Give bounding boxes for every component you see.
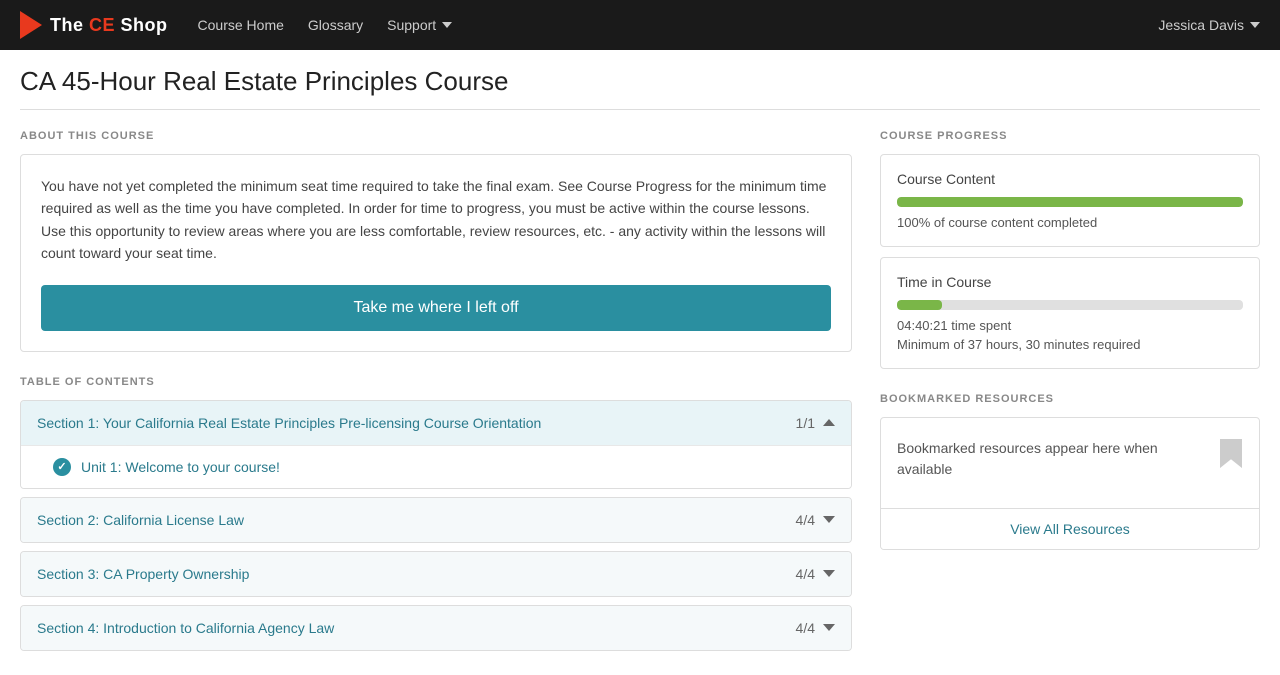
user-menu[interactable]: Jessica Davis (1158, 17, 1260, 33)
logo-triangle (20, 11, 42, 39)
support-chevron-icon (442, 22, 452, 28)
user-menu-chevron-icon (1250, 22, 1260, 28)
about-box: You have not yet completed the minimum s… (20, 154, 852, 352)
bookmarks-inner: Bookmarked resources appear here when av… (881, 418, 1259, 508)
toc-section-2-header[interactable]: Section 2: California License Law 4/4 (21, 498, 851, 542)
view-all-resources-button[interactable]: View All Resources (881, 508, 1259, 549)
user-name: Jessica Davis (1158, 17, 1244, 33)
toc-section-3-title: Section 3: CA Property Ownership (37, 566, 249, 582)
toc-section-3: Section 3: CA Property Ownership 4/4 (20, 551, 852, 597)
about-section-label: ABOUT THIS COURSE (20, 130, 852, 142)
toc-unit-1-1-title: Unit 1: Welcome to your course! (81, 459, 280, 475)
course-content-title: Course Content (897, 171, 1243, 187)
toc-section-1-meta: 1/1 (796, 415, 835, 431)
toc-section-1-progress: 1/1 (796, 415, 815, 431)
logo[interactable]: The CE Shop (20, 11, 168, 39)
logo-text: The CE Shop (50, 15, 168, 36)
course-content-bar-track (897, 197, 1243, 207)
toc-section-4-header[interactable]: Section 4: Introduction to California Ag… (21, 606, 851, 650)
toc-section-4-chevron-icon (823, 624, 835, 631)
bookmarks-section-label: BOOKMARKED RESOURCES (880, 393, 1260, 405)
bookmarks-card: Bookmarked resources appear here when av… (880, 417, 1260, 550)
nav-course-home[interactable]: Course Home (198, 17, 284, 33)
toc-section-label: TABLE OF CONTENTS (20, 376, 852, 388)
page-content: CA 45-Hour Real Estate Principles Course… (0, 50, 1280, 675)
bookmark-icon (1219, 438, 1243, 468)
resume-button[interactable]: Take me where I left off (41, 285, 831, 331)
navbar: The CE Shop Course Home Glossary Support… (0, 0, 1280, 50)
toc-section-2-meta: 4/4 (796, 512, 835, 528)
toc-section-3-meta: 4/4 (796, 566, 835, 582)
time-in-course-card: Time in Course 04:40:21 time spent Minim… (880, 257, 1260, 369)
page-title: CA 45-Hour Real Estate Principles Course (20, 66, 1260, 97)
bookmarks-section: BOOKMARKED RESOURCES Bookmarked resource… (880, 393, 1260, 550)
toc-section-3-progress: 4/4 (796, 566, 815, 582)
right-column: COURSE PROGRESS Course Content 100% of c… (880, 130, 1260, 550)
progress-section: COURSE PROGRESS Course Content 100% of c… (880, 130, 1260, 369)
title-divider (20, 109, 1260, 110)
navbar-links: Course Home Glossary Support (198, 17, 1159, 33)
toc-section-4-title: Section 4: Introduction to California Ag… (37, 620, 334, 636)
unit-complete-icon (53, 458, 71, 476)
toc-section-2-chevron-icon (823, 516, 835, 523)
time-in-course-bar-track (897, 300, 1243, 310)
time-in-course-bar-fill (897, 300, 942, 310)
course-content-card: Course Content 100% of course content co… (880, 154, 1260, 247)
toc-section-3-chevron-icon (823, 570, 835, 577)
toc-section-4: Section 4: Introduction to California Ag… (20, 605, 852, 651)
time-in-course-title: Time in Course (897, 274, 1243, 290)
time-spent-text: 04:40:21 time spent (897, 318, 1243, 333)
about-text: You have not yet completed the minimum s… (41, 175, 831, 265)
toc-section-1-header[interactable]: Section 1: Your California Real Estate P… (21, 401, 851, 445)
bookmarks-empty-text: Bookmarked resources appear here when av… (897, 438, 1207, 480)
minimum-required-text: Minimum of 37 hours, 30 minutes required (897, 337, 1243, 352)
toc-section-3-header[interactable]: Section 3: CA Property Ownership 4/4 (21, 552, 851, 596)
toc-section-1-title: Section 1: Your California Real Estate P… (37, 415, 541, 431)
course-content-bar-fill (897, 197, 1243, 207)
toc-section-1-chevron-icon (823, 419, 835, 426)
toc-section-4-progress: 4/4 (796, 620, 815, 636)
toc-section-4-meta: 4/4 (796, 620, 835, 636)
course-content-percent-text: 100% of course content completed (897, 215, 1243, 230)
nav-glossary[interactable]: Glossary (308, 17, 363, 33)
left-column: ABOUT THIS COURSE You have not yet compl… (20, 130, 852, 659)
toc-unit-1-1[interactable]: Unit 1: Welcome to your course! (21, 445, 851, 488)
main-layout: ABOUT THIS COURSE You have not yet compl… (20, 130, 1260, 659)
toc-section-2-progress: 4/4 (796, 512, 815, 528)
toc-section-2-title: Section 2: California License Law (37, 512, 244, 528)
toc-section-2: Section 2: California License Law 4/4 (20, 497, 852, 543)
toc-section-1: Section 1: Your California Real Estate P… (20, 400, 852, 489)
progress-section-label: COURSE PROGRESS (880, 130, 1260, 142)
nav-support[interactable]: Support (387, 17, 452, 33)
